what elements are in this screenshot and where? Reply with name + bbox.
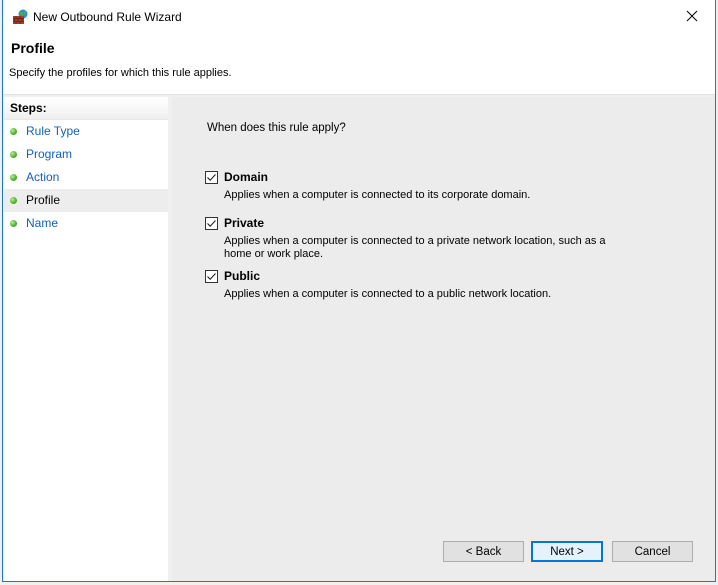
step-status-icon: [10, 151, 17, 158]
close-icon: [686, 10, 698, 22]
window-title: New Outbound Rule Wizard: [33, 10, 182, 24]
public-description: Applies when a computer is connected to …: [224, 288, 552, 300]
public-label[interactable]: Public: [224, 269, 260, 283]
steps-panel: Steps: Rule Type Program Action Profile …: [4, 97, 170, 581]
question-label: When does this rule apply?: [207, 122, 346, 134]
domain-label[interactable]: Domain: [224, 170, 268, 184]
step-status-icon: [10, 174, 17, 181]
page-title: Profile: [11, 40, 55, 56]
firewall-icon: [12, 9, 29, 25]
private-checkbox[interactable]: [205, 217, 218, 230]
domain-description: Applies when a computer is connected to …: [224, 189, 531, 201]
step-action[interactable]: Action: [4, 166, 168, 189]
step-label: Profile: [26, 193, 61, 207]
close-button[interactable]: [669, 0, 715, 32]
cancel-button[interactable]: Cancel: [612, 541, 693, 562]
private-label[interactable]: Private: [224, 216, 264, 230]
checkmark-icon: [207, 174, 216, 181]
checkmark-icon: [207, 273, 216, 280]
step-label: Rule Type: [26, 124, 80, 138]
back-button[interactable]: < Back: [443, 541, 524, 562]
step-label: Action: [26, 170, 60, 184]
step-rule-type[interactable]: Rule Type: [4, 120, 168, 143]
public-checkbox[interactable]: [205, 270, 218, 283]
next-button[interactable]: Next >: [531, 541, 603, 562]
private-description: Applies when a computer is connected to …: [224, 235, 606, 260]
step-label: Program: [26, 147, 73, 161]
step-status-icon: [10, 197, 17, 204]
content-panel: When does this rule apply? Domain Applie…: [172, 97, 715, 581]
step-program[interactable]: Program: [4, 143, 168, 166]
steps-heading: Steps:: [4, 97, 168, 120]
page-subtitle: Specify the profiles for which this rule…: [9, 67, 232, 79]
step-status-icon: [10, 220, 17, 227]
step-name[interactable]: Name: [4, 212, 168, 235]
wizard-body: Steps: Rule Type Program Action Profile …: [3, 95, 715, 581]
title-bar[interactable]: New Outbound Rule Wizard: [3, 0, 715, 34]
domain-checkbox[interactable]: [205, 171, 218, 184]
step-status-icon: [10, 128, 17, 135]
checkmark-icon: [207, 220, 216, 227]
wizard-header: Profile Specify the profiles for which t…: [3, 34, 715, 95]
step-profile: Profile: [4, 189, 168, 212]
step-label: Name: [26, 216, 59, 230]
wizard-window: New Outbound Rule Wizard Profile Specify…: [2, 0, 716, 582]
